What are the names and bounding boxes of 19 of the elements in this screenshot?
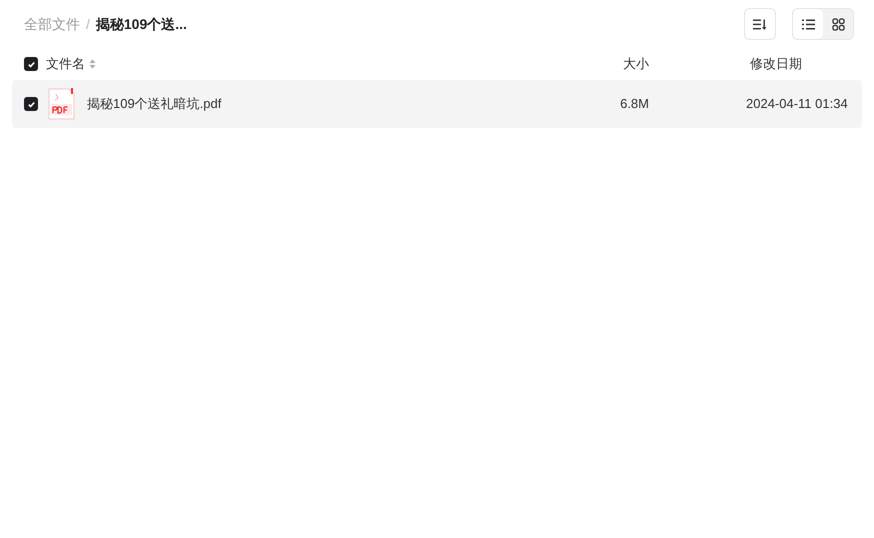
sort-icon [753, 18, 767, 30]
column-header: 修改日期 [750, 55, 802, 74]
sort-button[interactable] [744, 8, 776, 40]
checkbox[interactable] [24, 97, 38, 111]
file-size: 6.8M [619, 95, 649, 114]
file-date: 2024-04-11 01:34 [746, 95, 848, 114]
breadcrumb-separator: / [86, 14, 90, 34]
checkbox[interactable] [24, 57, 38, 71]
check-icon [26, 100, 36, 108]
view-mode-button[interactable] [793, 9, 823, 39]
grid-view-icon [832, 18, 844, 30]
breadcrumb-item: 揭秘109个送... [96, 14, 187, 34]
column-header: 大小 [622, 55, 649, 74]
list-view-icon [802, 18, 814, 30]
pdf-file-icon [48, 88, 75, 120]
check-icon [26, 60, 36, 68]
column-header[interactable]: 文件名 [46, 54, 85, 74]
file-row[interactable]: 揭秘109个送礼暗坑.pdf 6.8M 2024-04-11 01:34 [12, 80, 862, 128]
file-name[interactable]: 揭秘109个送礼暗坑.pdf [87, 94, 222, 114]
